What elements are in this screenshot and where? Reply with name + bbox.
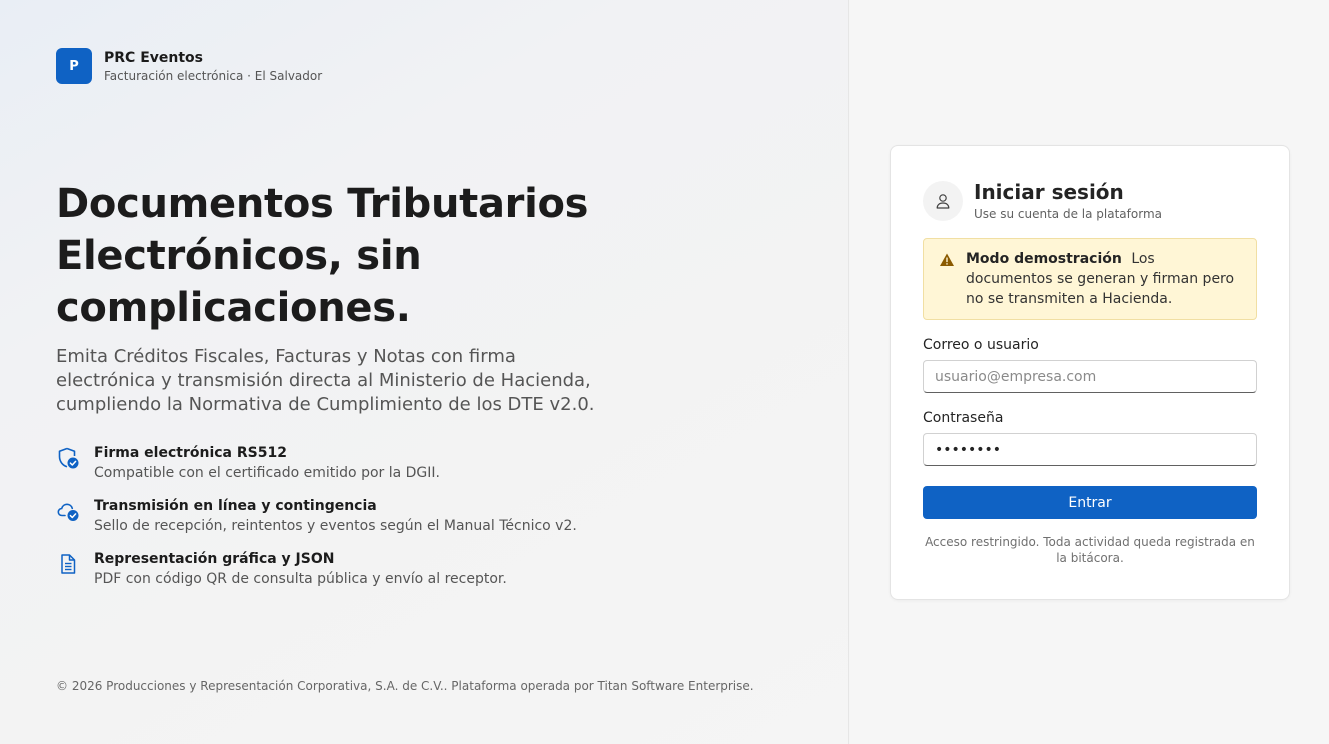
feature-title: Representación gráfica y JSON [94,551,335,567]
feature-item: Representación gráfica y JSON PDF con có… [56,550,676,589]
feature-description: Sello de recepción, reintentos y eventos… [94,518,577,534]
warning-icon [939,252,955,268]
login-button[interactable]: Entrar [923,486,1257,519]
brand-name: PRC Eventos [104,49,203,66]
feature-description: PDF con código QR de consulta pública y … [94,571,507,587]
feature-title: Firma electrónica RS512 [94,445,287,461]
feature-title: Transmisión en línea y contingencia [94,498,377,514]
login-subtitle: Use su cuenta de la plataforma [974,207,1162,221]
marketing-panel: P PRC Eventos Facturación electrónica · … [0,0,849,744]
shield-check-icon [56,446,80,470]
feature-list: Firma electrónica RS512 Compatible con e… [56,444,676,603]
user-field-label: Correo o usuario [923,337,1039,353]
footer-copyright: © 2026 Producciones y Representación Cor… [56,679,754,693]
login-title: Iniciar sesión [974,180,1124,204]
hero-description: Emita Créditos Fiscales, Facturas y Nota… [56,346,595,415]
brand-logo: P [56,48,92,84]
password-field-label: Contraseña [923,410,1004,426]
login-card: Iniciar sesión Use su cuenta de la plata… [890,145,1290,600]
hero-title: Documentos Tributarios Electrónicos, sin… [56,181,589,331]
brand-subtitle: Facturación electrónica · El Salvador [104,68,323,83]
feature-text: Representación gráfica y JSON PDF con có… [94,550,507,589]
login-header: Iniciar sesión Use su cuenta de la plata… [923,180,1162,222]
feature-text: Transmisión en línea y contingencia Sell… [94,497,577,536]
password-input[interactable] [923,433,1257,466]
feature-item: Firma electrónica RS512 Compatible con e… [56,444,676,483]
cloud-check-icon [56,499,80,523]
feature-item: Transmisión en línea y contingencia Sell… [56,497,676,536]
feature-description: Compatible con el certificado emitido po… [94,465,440,481]
user-icon [923,181,963,221]
document-icon [56,552,80,576]
user-input[interactable] [923,360,1257,393]
access-notice: Acceso restringido. Toda actividad queda… [925,535,1255,565]
demo-mode-alert: Modo demostración Los documentos se gene… [923,238,1257,320]
alert-title: Modo demostración [966,251,1122,267]
brand: P PRC Eventos Facturación electrónica · … [56,48,322,84]
feature-text: Firma electrónica RS512 Compatible con e… [94,444,440,483]
brand-text: PRC Eventos Facturación electrónica · El… [104,49,322,84]
